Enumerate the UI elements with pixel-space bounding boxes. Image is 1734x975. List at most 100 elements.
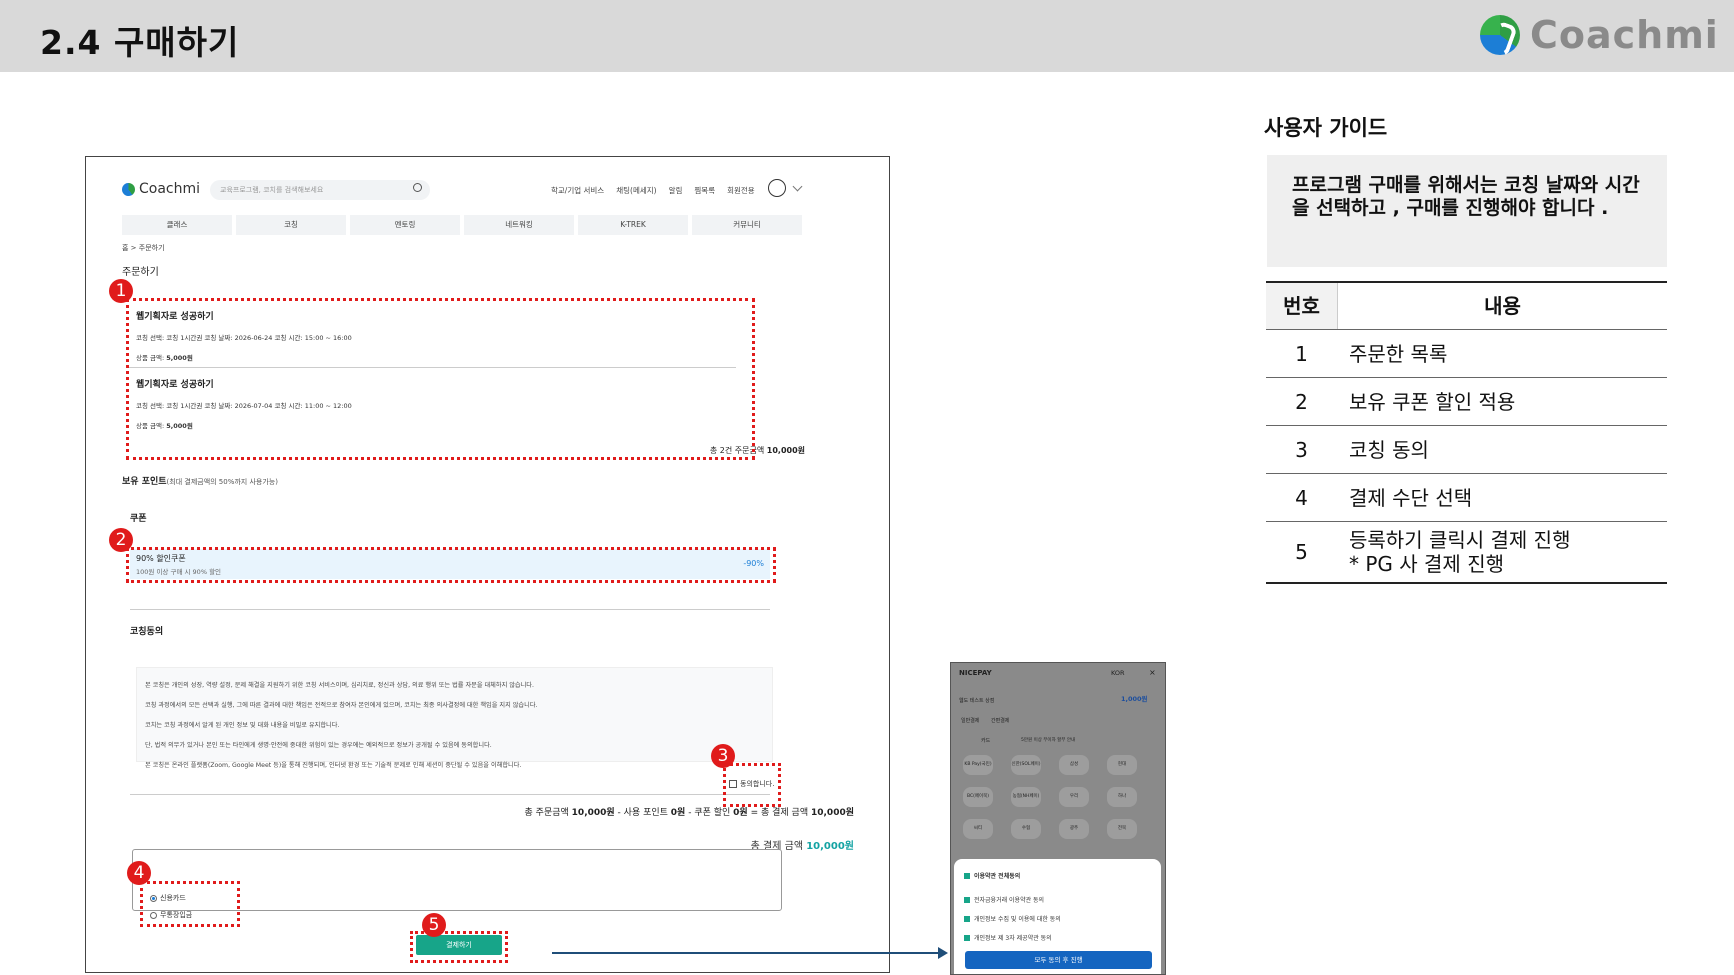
table-row: 4 결제 수단 선택 [1266, 474, 1667, 522]
payment-summary: 총 주문금액 10,000원 - 사용 포인트 0원 - 쿠폰 할인 0원 = … [524, 808, 854, 818]
divider [130, 794, 770, 795]
table-row: 2 보유 쿠폰 할인 적용 [1266, 378, 1667, 426]
row-number: 5 [1295, 540, 1308, 564]
pg-terms-row[interactable]: 개인정보 수집 및 이용에 대한 동의 [964, 914, 1061, 923]
pg-card-woori[interactable]: 우리 [1059, 787, 1089, 807]
points-label: 보유 포인트(최대 결제금액의 50%까지 사용가능) [122, 477, 278, 487]
top-link-member[interactable]: 회원전용 [727, 185, 755, 196]
agreement-text: 본 코칭은 개인의 성장, 역량 설정, 문제 해결을 지원하기 위한 코칭 서… [136, 667, 773, 769]
pg-payment-window: NICEPAY KOR × 웹도 테스트 상점 1,000원 일반결제 간편결제… [950, 662, 1166, 975]
annotation-badge-2: 2 [109, 528, 133, 552]
guide-table-header: 번호 내용 [1266, 281, 1667, 330]
check-icon[interactable] [964, 872, 970, 879]
slide-header [0, 0, 1734, 72]
agreement-line: 코칭 과정에서의 모든 선택과 실행, 그에 따른 결과에 대한 책임은 전적으… [145, 702, 538, 709]
row-text-line: * PG 사 결제 진행 [1349, 552, 1504, 576]
top-link-alarm[interactable]: 알림 [669, 185, 683, 196]
pg-card-hana[interactable]: 하나 [1107, 787, 1137, 807]
arrow-head-icon [938, 947, 948, 959]
slide-title: 2.4 구매하기 [40, 23, 240, 62]
pg-card-samsung[interactable]: 삼성 [1059, 755, 1089, 775]
coachmi-logo-icon [1480, 15, 1520, 55]
annotation-box-3 [723, 763, 781, 807]
menu-mentoring[interactable]: 멘토링 [350, 215, 460, 235]
annotation-badge-5: 5 [422, 913, 446, 937]
annotation-badge-3: 3 [711, 744, 735, 768]
top-link-chat[interactable]: 채팅(메세지) [616, 185, 656, 196]
pg-card-shinhan[interactable]: 신한(SOL페이) [1011, 755, 1041, 775]
pg-card-kwangju[interactable]: 광주 [1059, 819, 1089, 839]
search-input[interactable]: 교육프로그램, 코치를 검색해보세요 [210, 180, 430, 200]
top-link-business[interactable]: 학교/기업 서비스 [551, 185, 604, 196]
page-title: 주문하기 [122, 267, 159, 278]
guide-description: 프로그램 구매를 위해서는 코칭 날짜와 시간을 선택하고 , 구매를 진행해야… [1267, 155, 1667, 267]
menu-coaching[interactable]: 코칭 [236, 215, 346, 235]
table-row: 3 코칭 동의 [1266, 426, 1667, 474]
annotation-box-2 [126, 547, 776, 583]
row-number: 3 [1295, 437, 1308, 462]
check-icon[interactable] [964, 934, 970, 941]
breadcrumb[interactable]: 홈 > 주문하기 [122, 243, 165, 253]
annotation-box-1 [126, 298, 755, 460]
pg-terms-row[interactable]: 전자금융거래 이용약관 동의 [964, 895, 1044, 904]
site-logo-text: Coachmi [139, 181, 201, 197]
brand-name: Coachmi [1530, 13, 1719, 57]
avatar[interactable] [768, 179, 786, 197]
top-nav: 학교/기업 서비스 채팅(메세지) 알림 찜목록 회원전용 [551, 185, 755, 196]
menu-community[interactable]: 커뮤니티 [692, 215, 802, 235]
pg-card-suhyup[interactable]: 수협 [1011, 819, 1041, 839]
menu-networking[interactable]: 네트워킹 [464, 215, 574, 235]
pg-card-bc[interactable]: BC(페이북) [963, 787, 993, 807]
pg-tag[interactable]: 간편결제 [991, 717, 1009, 724]
pg-card-label: 카드 [981, 738, 991, 744]
row-number: 4 [1295, 485, 1308, 510]
check-icon[interactable] [964, 896, 970, 903]
agreement-line: 본 코칭은 개인의 성장, 역량 설정, 문제 해결을 지원하기 위한 코칭 서… [145, 682, 534, 689]
top-link-wishlist[interactable]: 찜목록 [694, 185, 715, 196]
close-icon[interactable]: × [1149, 668, 1156, 677]
divider [130, 609, 770, 610]
pg-brand: NICEPAY [959, 669, 992, 677]
menu-ktrek[interactable]: K-TREK [578, 215, 688, 235]
col-number: 번호 [1266, 283, 1337, 329]
row-number: 1 [1295, 341, 1308, 366]
table-row: 5 등록하기 클릭시 결제 진행 * PG 사 결제 진행 [1266, 522, 1667, 584]
pg-terms-row[interactable]: 개인정보 제 3자 제공약관 동의 [964, 933, 1052, 942]
pg-amount: 1,000원 [1121, 695, 1148, 703]
pg-terms-all[interactable]: 이용약관 전체동의 [964, 871, 1020, 880]
search-icon[interactable] [413, 183, 422, 192]
menu-class[interactable]: 클래스 [122, 215, 232, 235]
connector-arrow [552, 952, 942, 954]
pg-card-note: 5만원 이상 무이자 할부 안내 [1021, 738, 1076, 743]
brand-logo: Coachmi [1480, 12, 1719, 58]
pg-card-jeonbuk[interactable]: 전북 [1107, 819, 1137, 839]
pg-terms-sheet: 이용약관 전체동의 전자금융거래 이용약관 동의 개인정보 수집 및 이용에 대… [954, 859, 1161, 974]
pg-card-citi[interactable]: 씨티 [963, 819, 993, 839]
guide-table: 번호 내용 1 주문한 목록 2 보유 쿠폰 할인 적용 3 코칭 동의 4 결… [1266, 281, 1667, 584]
site-logo[interactable]: Coachmi [122, 181, 200, 197]
col-content: 내용 [1337, 283, 1667, 329]
annotation-badge-4: 4 [127, 861, 151, 885]
coupon-heading: 쿠폰 [130, 514, 147, 524]
row-number: 2 [1295, 389, 1308, 414]
pg-language[interactable]: KOR [1111, 669, 1125, 677]
pg-tag[interactable]: 일반결제 [961, 717, 979, 724]
row-text: 보유 쿠폰 할인 적용 [1349, 389, 1516, 414]
chevron-down-icon[interactable] [792, 181, 803, 192]
row-text: 결제 수단 선택 [1349, 485, 1473, 510]
row-text: 주문한 목록 [1349, 341, 1448, 366]
agreement-heading: 코칭동의 [130, 627, 164, 637]
table-row: 1 주문한 목록 [1266, 330, 1667, 378]
site-logo-icon [122, 182, 135, 196]
row-text: 등록하기 클릭시 결제 진행 * PG 사 결제 진행 [1337, 528, 1570, 576]
agreement-line: 단, 법적 의무가 있거나 본인 또는 타인에게 생명·안전에 중대한 위험이 … [145, 742, 492, 749]
pg-card-nh[interactable]: 농협(NH페이) [1011, 787, 1041, 807]
row-text: 코칭 동의 [1349, 437, 1429, 462]
pg-card-hyundai[interactable]: 현대 [1107, 755, 1137, 775]
search-placeholder: 교육프로그램, 코치를 검색해보세요 [220, 186, 324, 194]
pg-agree-button[interactable]: 모두 동의 후 진행 [965, 951, 1152, 969]
guide-title: 사용자 가이드 [1264, 116, 1388, 140]
pg-store: 웹도 테스트 상점 [959, 698, 995, 704]
check-icon[interactable] [964, 915, 970, 922]
pg-card-kb[interactable]: KB Pay(국민) [963, 755, 993, 775]
